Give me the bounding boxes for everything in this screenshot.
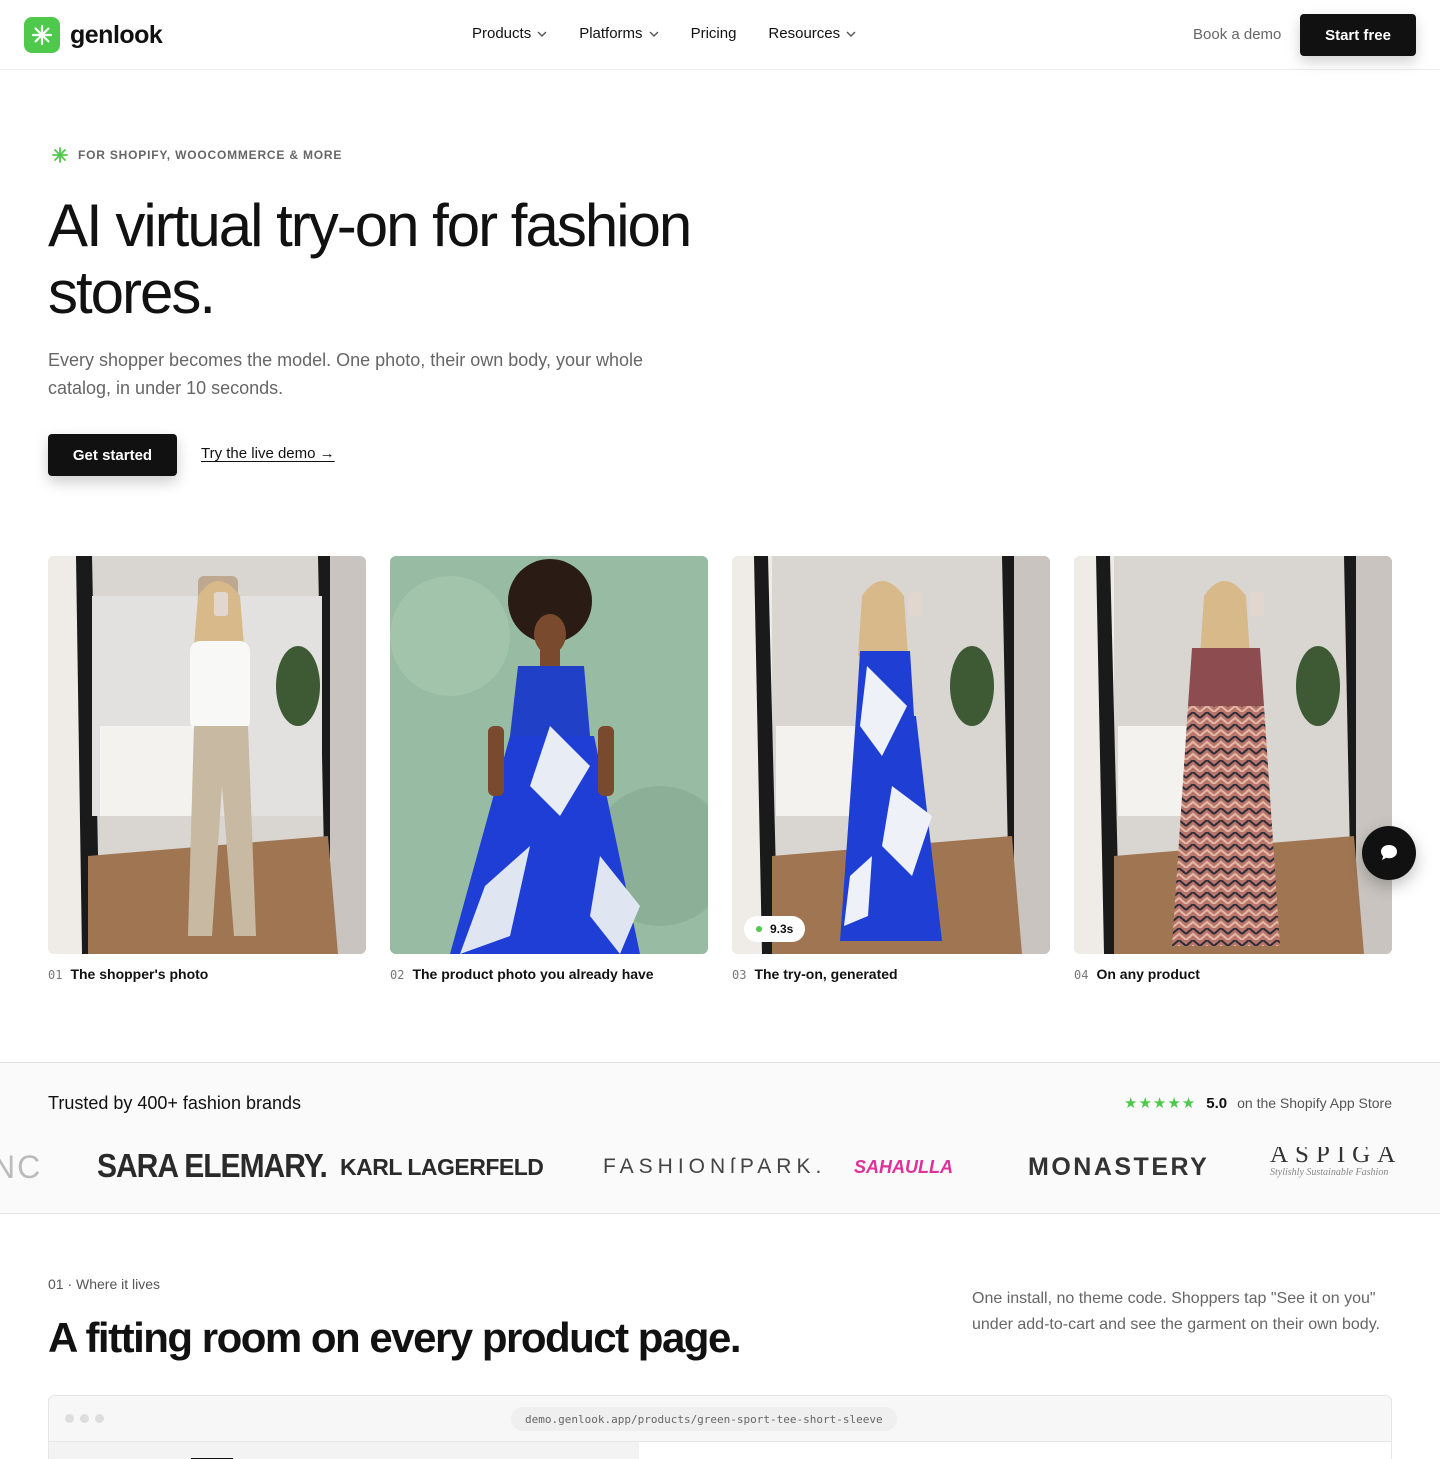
brand-logo-karl-lagerfeld: KARL LAGERFELD (340, 1153, 544, 1180)
chat-bubble-icon (1381, 845, 1397, 860)
brand-logo[interactable]: genlook (24, 17, 163, 53)
live-demo-link[interactable]: Try the live demo → (201, 445, 335, 462)
step-card-any-product: 04 On any product (1074, 556, 1392, 982)
browser-viewport (49, 1441, 1391, 1459)
window-controls (65, 1414, 104, 1423)
card-label: On any product (1096, 966, 1200, 982)
app-store-rating: ★★★★★ 5.0 on the Shopify App Store (1124, 1094, 1392, 1113)
hero-title: AI virtual try-on for fashion stores. (48, 192, 692, 326)
generation-time-badge: 9.3s (744, 916, 806, 942)
product-image-panel (49, 1442, 639, 1459)
rating-score: 5.0 (1206, 1094, 1228, 1112)
hero-eyebrow: FOR SHOPIFY, WOOCOMMERCE & MORE (52, 147, 342, 163)
step-card-try-on: 9.3s 03 The try-on, generated (732, 556, 1050, 982)
generation-time: 9.3s (770, 922, 794, 936)
product-photo-image (390, 556, 708, 954)
window-dot-icon (95, 1414, 104, 1423)
card-caption: 04 On any product (1074, 966, 1392, 982)
card-label: The try-on, generated (754, 966, 898, 982)
nav-products[interactable]: Products (472, 25, 547, 42)
brand-logo-monastery: MONASTERY (1028, 1152, 1210, 1181)
nav-pricing-label: Pricing (690, 25, 737, 42)
spark-icon (52, 147, 68, 163)
card-number: 03 (732, 968, 747, 982)
brand-logo-sahaulla: SAHAULLA (854, 1156, 953, 1177)
get-started-button[interactable]: Get started (48, 434, 177, 476)
start-free-button[interactable]: Start free (1300, 14, 1416, 56)
brand-logo-fashion-park: FASHIONſPARK. (603, 1155, 827, 1178)
card-caption: 02 The product photo you already have (390, 966, 708, 982)
step-card-product-photo: 02 The product photo you already have (390, 556, 708, 982)
aspiga-tagline: Stylishly Sustainable Fashion (1270, 1167, 1389, 1178)
card-number: 01 (48, 968, 63, 982)
chat-launcher-button[interactable] (1362, 826, 1416, 880)
chevron-down-icon (649, 31, 659, 37)
shopper-photo-image (48, 556, 366, 954)
hero-subtitle: Every shopper becomes the model. One pho… (48, 350, 644, 398)
brand-logo: NC (0, 1148, 43, 1185)
main-nav: Products Platforms Pricing Resources (472, 25, 888, 42)
trusted-title: Trusted by 400+ fashion brands (48, 1093, 301, 1113)
trusted-brands-section: Trusted by 400+ fashion brands ★★★★★ 5.0… (0, 1062, 1440, 1214)
brand-logo-sara-elemary: SARA ELEMARY. (97, 1148, 328, 1185)
nav-resources[interactable]: Resources (768, 25, 856, 42)
section-title: A fitting room on every product page. (48, 1314, 742, 1361)
section-eyebrow: 01 · Where it lives (48, 1276, 161, 1292)
aspiga-wordmark: ASPIGA (1270, 1147, 1403, 1168)
brand-logo-aspiga: ASPIGA Stylishly Sustainable Fashion (1270, 1147, 1402, 1181)
browser-mockup: demo.genlook.app/products/green-sport-te… (48, 1395, 1392, 1459)
card-label: The product photo you already have (412, 966, 654, 982)
top-nav: genlook Products Platforms Pricing Resou… (0, 0, 1440, 70)
nav-pricing[interactable]: Pricing (691, 25, 737, 42)
brand-logo-marquee: NC SARA ELEMARY. KARL LAGERFELD FASHIONſ… (0, 1147, 1440, 1187)
card-caption: 01 The shopper's photo (48, 966, 366, 982)
nav-resources-label: Resources (768, 25, 841, 42)
logo-spark-icon (24, 17, 60, 53)
card-number: 02 (390, 968, 405, 982)
nav-platforms[interactable]: Platforms (579, 25, 659, 42)
section-description: One install, no theme code. Shoppers tap… (972, 1290, 1380, 1333)
chevron-down-icon (537, 31, 547, 37)
hero-eyebrow-text: FOR SHOPIFY, WOOCOMMERCE & MORE (78, 148, 343, 162)
rating-source: on the Shopify App Store (1237, 1095, 1392, 1111)
chevron-down-icon (846, 31, 856, 37)
window-dot-icon (80, 1414, 89, 1423)
try-on-result-image: 9.3s (732, 556, 1050, 954)
brand-name: genlook (70, 20, 163, 49)
card-caption: 03 The try-on, generated (732, 966, 1050, 982)
card-label: The shopper's photo (70, 966, 209, 982)
card-number: 04 (1074, 968, 1089, 982)
any-product-image (1074, 556, 1392, 954)
step-card-shopper-photo: 01 The shopper's photo (48, 556, 366, 982)
window-dot-icon (65, 1414, 74, 1423)
book-demo-link[interactable]: Book a demo (1193, 26, 1281, 43)
nav-products-label: Products (472, 25, 532, 42)
status-dot-icon (756, 926, 762, 932)
star-rating-icon: ★★★★★ (1124, 1095, 1197, 1112)
nav-platforms-label: Platforms (579, 25, 643, 42)
browser-url-bar: demo.genlook.app/products/green-sport-te… (511, 1407, 897, 1431)
